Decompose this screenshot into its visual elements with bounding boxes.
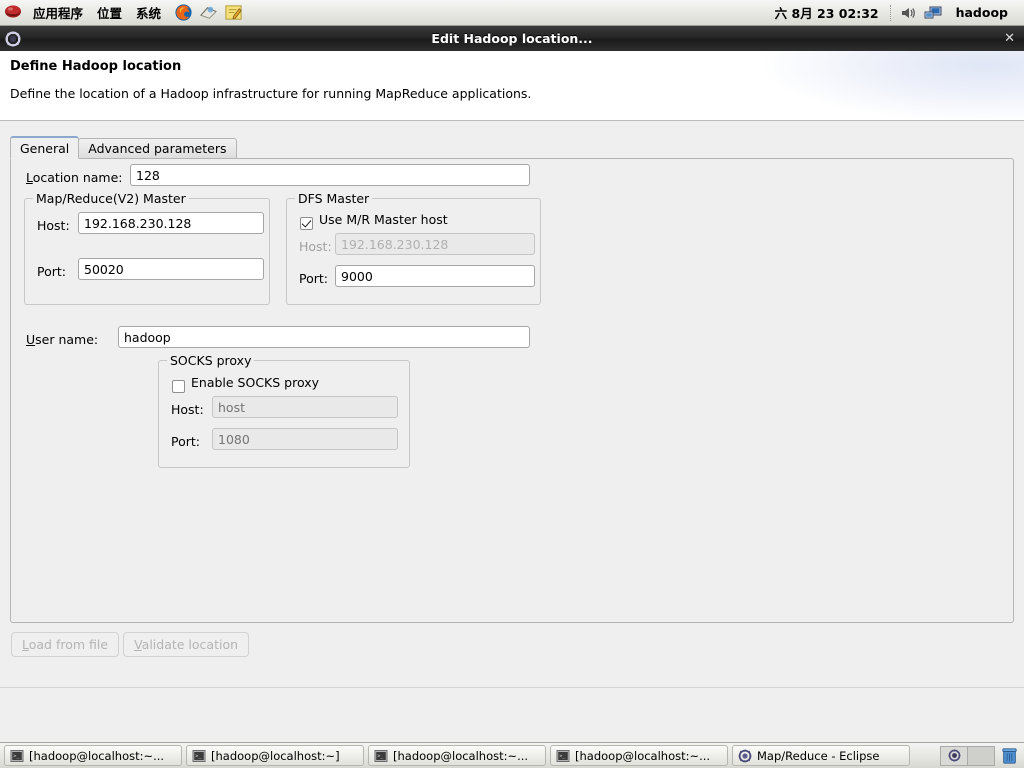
mapreduce-master-group-title: Map/Reduce(V2) Master [33, 191, 189, 206]
dialog-title: Edit Hadoop location... [0, 31, 1024, 46]
mapreduce-master-group: Map/Reduce(V2) Master Host: Port: [24, 198, 270, 305]
location-name-label: Location name: [26, 170, 123, 185]
tab-general[interactable]: General [10, 136, 79, 159]
socks-host-label: Host: [171, 402, 204, 417]
general-tab-panel: Location name: Map/Reduce(V2) Master Hos… [10, 158, 1014, 623]
svg-text:>_: >_ [195, 753, 202, 759]
location-name-input[interactable] [130, 164, 530, 186]
tab-advanced-parameters[interactable]: Advanced parameters [78, 138, 236, 159]
page-description: Define the location of a Hadoop infrastr… [10, 86, 531, 101]
terminal-icon: >_ [374, 749, 388, 763]
dfs-host-input [335, 233, 535, 255]
dfs-port-label: Port: [299, 271, 328, 286]
page-title: Define Hadoop location [10, 59, 181, 74]
firefox-icon[interactable] [174, 3, 193, 22]
banner-gradient-decoration [764, 51, 1024, 121]
taskbar-item-label: [hadoop@localhost:~... [393, 749, 528, 763]
menu-places[interactable]: 位置 [90, 1, 129, 24]
panel-right-group: 六 8月 23 02:32 hadoop [767, 3, 1024, 22]
taskbar-item-label: [hadoop@localhost:~... [29, 749, 164, 763]
window-taskbar: >_ [hadoop@localhost:~... >_ [hadoop@loc… [0, 742, 1024, 768]
terminal-icon: >_ [556, 749, 570, 763]
panel-left-group: 应用程序 位置 系统 [0, 1, 246, 24]
taskbar-item-label: Map/Reduce - Eclipse [757, 749, 880, 763]
eclipse-gear-icon [738, 749, 752, 763]
socks-port-input [212, 428, 398, 450]
menu-system[interactable]: 系统 [129, 1, 168, 24]
mapreduce-port-label: Port: [37, 264, 66, 279]
taskbar-item-label: [hadoop@localhost:~] [211, 749, 340, 763]
menu-applications[interactable]: 应用程序 [26, 1, 90, 24]
socks-host-input [212, 396, 398, 418]
user-name-indicator[interactable]: hadoop [946, 5, 1016, 20]
taskbar-item-terminal-4[interactable]: >_ [hadoop@localhost:~... [550, 745, 728, 766]
socks-port-label: Port: [171, 434, 200, 449]
dfs-master-group-title: DFS Master [295, 191, 372, 206]
dfs-port-input[interactable] [335, 265, 535, 287]
socks-proxy-group: SOCKS proxy Enable SOCKS proxy Host: Por… [158, 360, 410, 468]
workspace-1[interactable] [941, 747, 968, 765]
gnome-top-panel: 应用程序 位置 系统 [0, 0, 1024, 26]
user-name-label: User name: [26, 332, 98, 347]
edit-hadoop-location-dialog: Define Hadoop location Define the locati… [0, 51, 1024, 742]
gnome-foot-logo-icon[interactable] [4, 4, 22, 22]
trash-icon[interactable] [1001, 747, 1018, 765]
eclipse-gear-icon [948, 749, 961, 762]
enable-socks-proxy-checkbox[interactable] [172, 380, 185, 393]
svg-text:>_: >_ [377, 753, 384, 759]
use-mr-master-host-label[interactable]: Use M/R Master host [319, 212, 448, 227]
user-name-input[interactable] [118, 326, 530, 348]
terminal-icon: >_ [10, 749, 24, 763]
dfs-host-label: Host: [299, 239, 332, 254]
svg-text:>_: >_ [13, 753, 20, 759]
taskbar-item-eclipse[interactable]: Map/Reduce - Eclipse [732, 745, 910, 766]
validate-location-button[interactable]: Validate location [123, 632, 249, 657]
taskbar-right-group [940, 746, 1022, 766]
tab-bar: General Advanced parameters [10, 137, 237, 159]
use-mr-master-host-checkbox[interactable] [300, 217, 313, 230]
taskbar-item-terminal-2[interactable]: >_ [hadoop@localhost:~] [186, 745, 364, 766]
workspace-2[interactable] [968, 747, 994, 765]
help-center-icon[interactable] [199, 3, 218, 22]
load-from-file-button[interactable]: Load from file [11, 632, 119, 657]
taskbar-item-terminal-1[interactable]: >_ [hadoop@localhost:~... [4, 745, 182, 766]
panel-divider [890, 5, 893, 21]
close-icon[interactable]: ✕ [1004, 31, 1015, 46]
mapreduce-port-input[interactable] [78, 258, 264, 280]
mapreduce-host-label: Host: [37, 218, 70, 233]
dialog-titlebar: Edit Hadoop location... ✕ [0, 26, 1024, 51]
eclipse-gear-icon [5, 31, 21, 47]
clock[interactable]: 六 8月 23 02:32 [767, 3, 887, 22]
text-editor-icon[interactable] [224, 3, 243, 22]
dialog-banner: Define Hadoop location Define the locati… [0, 51, 1024, 121]
footer-divider [0, 687, 1024, 688]
workspace-switcher [940, 746, 995, 766]
taskbar-item-label: [hadoop@localhost:~... [575, 749, 710, 763]
terminal-icon: >_ [192, 749, 206, 763]
socks-proxy-group-title: SOCKS proxy [167, 353, 254, 368]
network-icon[interactable] [924, 5, 942, 21]
svg-text:>_: >_ [559, 753, 566, 759]
action-button-row: Load from file Validate location [11, 632, 249, 657]
enable-socks-proxy-label[interactable]: Enable SOCKS proxy [191, 375, 319, 390]
volume-icon[interactable] [900, 5, 916, 21]
mapreduce-host-input[interactable] [78, 212, 264, 234]
taskbar-item-terminal-3[interactable]: >_ [hadoop@localhost:~... [368, 745, 546, 766]
dfs-master-group: DFS Master Use M/R Master host Host: Por… [286, 198, 541, 305]
desktop-screen: 应用程序 位置 系统 [0, 0, 1024, 768]
